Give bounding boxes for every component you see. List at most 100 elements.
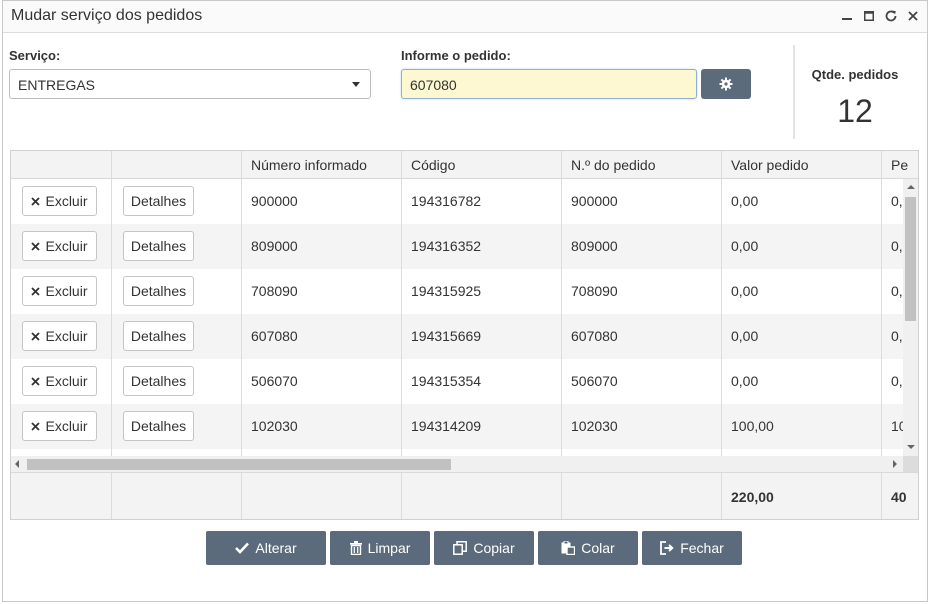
header-pe[interactable]: Pe bbox=[882, 151, 918, 179]
refresh-icon[interactable] bbox=[883, 6, 899, 26]
scroll-thumb[interactable] bbox=[27, 459, 451, 470]
excluir-button[interactable]: Excluir bbox=[22, 186, 97, 216]
qtde-label: Qtde. pedidos bbox=[811, 67, 899, 82]
table-row: Excluir Detalhes 607080 194315669 607080 0,00… bbox=[11, 314, 903, 359]
close-icon bbox=[31, 421, 41, 431]
scroll-right-icon[interactable] bbox=[893, 460, 897, 468]
title-bar: Mudar serviço dos pedidos bbox=[3, 1, 927, 33]
cell-numero-pedido: 102030 bbox=[571, 418, 618, 434]
column-divider bbox=[111, 179, 112, 484]
detalhes-button[interactable]: Detalhes bbox=[123, 186, 194, 216]
trash-icon bbox=[349, 541, 362, 555]
cell-numero-pedido: 809000 bbox=[571, 238, 618, 254]
header-codigo[interactable]: Código bbox=[402, 151, 562, 179]
maximize-icon[interactable] bbox=[861, 6, 877, 26]
cell-numero-pedido: 708090 bbox=[571, 283, 618, 299]
cell-codigo: 194315925 bbox=[411, 283, 482, 299]
alterar-label: Alterar bbox=[255, 540, 297, 556]
gear-button[interactable] bbox=[701, 69, 751, 99]
fechar-button[interactable]: Fechar bbox=[642, 531, 742, 565]
column-divider bbox=[561, 179, 562, 484]
cell-pe: 0, bbox=[891, 373, 903, 389]
detalhes-label: Detalhes bbox=[130, 373, 187, 389]
header-numero-informado[interactable]: Número informado bbox=[242, 151, 402, 179]
scroll-corner bbox=[903, 456, 918, 472]
cell-numero-pedido: 506070 bbox=[571, 373, 618, 389]
servico-label: Serviço: bbox=[9, 48, 61, 63]
detalhes-button[interactable]: Detalhes bbox=[123, 231, 194, 261]
cell-pe: 0, bbox=[891, 238, 903, 254]
close-icon bbox=[31, 331, 41, 341]
pedido-input[interactable]: 607080 bbox=[401, 69, 697, 99]
excluir-button[interactable]: Excluir bbox=[22, 366, 97, 396]
cell-numero-pedido: 607080 bbox=[571, 328, 618, 344]
header-numero-pedido[interactable]: N.º do pedido bbox=[562, 151, 722, 179]
chevron-down-icon bbox=[352, 82, 360, 87]
paste-icon bbox=[561, 541, 576, 555]
detalhes-button[interactable]: Detalhes bbox=[123, 411, 194, 441]
header-cell-actions1 bbox=[11, 151, 112, 179]
footer-valor-total: 220,00 bbox=[731, 489, 774, 505]
gear-icon bbox=[719, 77, 733, 91]
minimize-icon[interactable] bbox=[839, 6, 855, 26]
horizontal-scrollbar[interactable] bbox=[11, 456, 903, 472]
window-controls bbox=[839, 6, 921, 26]
detalhes-label: Detalhes bbox=[130, 193, 187, 209]
copy-icon bbox=[453, 541, 468, 555]
column-divider bbox=[401, 179, 402, 484]
detalhes-label: Detalhes bbox=[130, 418, 187, 434]
dialog-window: Mudar serviço dos pedidos Serviço: ENTRE… bbox=[2, 0, 928, 602]
alterar-button[interactable]: Alterar bbox=[206, 531, 326, 565]
table-footer: 220,00 40 bbox=[11, 472, 918, 519]
cell-pe: 10 bbox=[891, 418, 903, 434]
limpar-button[interactable]: Limpar bbox=[330, 531, 430, 565]
limpar-label: Limpar bbox=[367, 540, 411, 556]
close-icon[interactable] bbox=[905, 6, 921, 26]
cell-numero-pedido: 900000 bbox=[571, 193, 618, 209]
detalhes-label: Detalhes bbox=[130, 238, 187, 254]
servico-value: ENTREGAS bbox=[18, 77, 96, 93]
cell-pe: 0, bbox=[891, 328, 903, 344]
detalhes-button[interactable]: Detalhes bbox=[123, 366, 194, 396]
cell-codigo: 194315354 bbox=[411, 373, 482, 389]
copiar-button[interactable]: Copiar bbox=[434, 531, 534, 565]
table-row: Excluir Detalhes 809000 194316352 809000 0,00… bbox=[11, 224, 903, 269]
cell-numero-informado: 900000 bbox=[251, 193, 298, 209]
footer-pe-total: 40 bbox=[891, 489, 907, 505]
excluir-button[interactable]: Excluir bbox=[22, 231, 97, 261]
excluir-label: Excluir bbox=[45, 283, 88, 299]
cell-codigo: 194316352 bbox=[411, 238, 482, 254]
excluir-label: Excluir bbox=[45, 373, 88, 389]
cell-numero-informado: 607080 bbox=[251, 328, 298, 344]
colar-button[interactable]: Colar bbox=[538, 531, 638, 565]
excluir-label: Excluir bbox=[45, 193, 88, 209]
excluir-button[interactable]: Excluir bbox=[22, 321, 97, 351]
column-divider bbox=[881, 473, 882, 519]
cell-pe: 0, bbox=[891, 193, 903, 209]
detalhes-button[interactable]: Detalhes bbox=[123, 276, 194, 306]
excluir-button[interactable]: Excluir bbox=[22, 411, 97, 441]
scroll-thumb[interactable] bbox=[905, 197, 916, 321]
servico-select[interactable]: ENTREGAS bbox=[9, 69, 371, 99]
vertical-scrollbar[interactable] bbox=[903, 179, 918, 457]
scroll-up-icon[interactable] bbox=[907, 185, 915, 189]
excluir-button[interactable]: Excluir bbox=[22, 276, 97, 306]
cell-codigo: 194314209 bbox=[411, 418, 482, 434]
detalhes-button[interactable]: Detalhes bbox=[123, 321, 194, 351]
window-title: Mudar serviço dos pedidos bbox=[11, 7, 203, 24]
table-row: Excluir Detalhes 506070 194315354 506070 0,00… bbox=[11, 359, 903, 404]
copiar-label: Copiar bbox=[473, 540, 515, 556]
column-divider bbox=[721, 179, 722, 484]
column-divider bbox=[111, 473, 112, 519]
scroll-left-icon[interactable] bbox=[15, 460, 19, 468]
header-valor-pedido[interactable]: Valor pedido bbox=[722, 151, 882, 179]
cell-codigo: 194315669 bbox=[411, 328, 482, 344]
colar-label: Colar bbox=[581, 540, 615, 556]
table-header: Número informado Código N.º do pedido Va… bbox=[11, 151, 918, 179]
cell-codigo: 194316782 bbox=[411, 193, 482, 209]
cell-valor-pedido: 0,00 bbox=[731, 193, 759, 209]
header-cell-actions2 bbox=[112, 151, 242, 179]
column-divider bbox=[561, 473, 562, 519]
scroll-down-icon[interactable] bbox=[907, 445, 915, 449]
excluir-label: Excluir bbox=[45, 418, 88, 434]
